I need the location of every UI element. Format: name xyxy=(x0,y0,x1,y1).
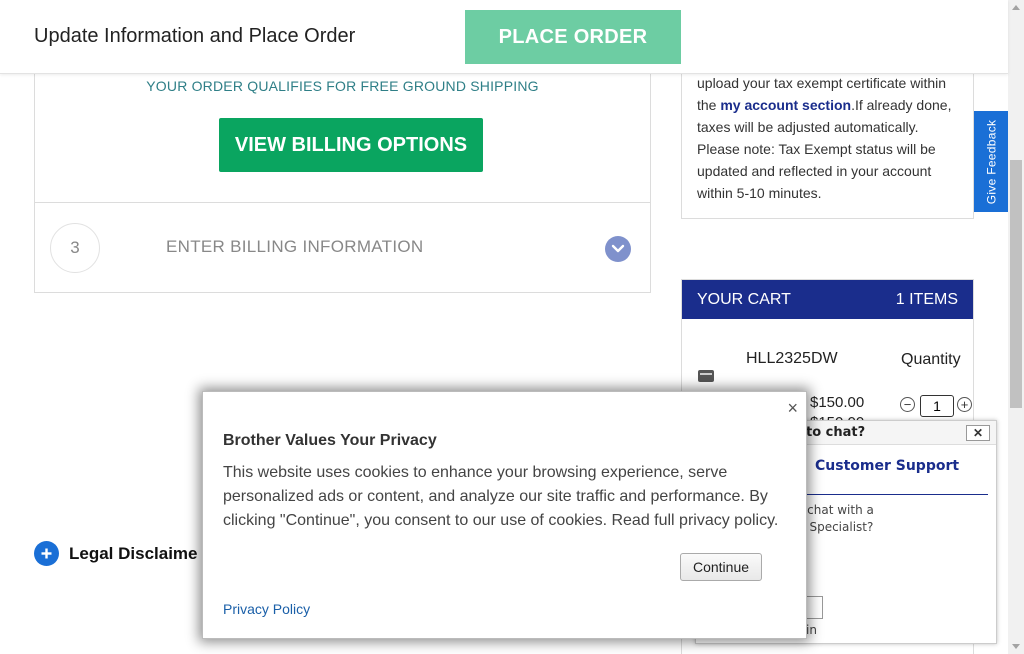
legal-disclaimer-toggle[interactable]: Legal Disclaime xyxy=(34,541,198,566)
minus-icon[interactable]: − xyxy=(900,397,915,412)
tax-line-4: Please note: Tax Exempt status will be xyxy=(697,141,936,157)
chat-title: to chat? xyxy=(806,425,866,440)
privacy-dialog: × Brother Values Your Privacy This websi… xyxy=(202,391,807,639)
privacy-title: Brother Values Your Privacy xyxy=(223,432,437,449)
close-icon[interactable]: ✕ xyxy=(966,425,990,441)
my-account-link[interactable]: my account section xyxy=(720,97,851,113)
step-number: 3 xyxy=(50,223,100,273)
plus-icon[interactable]: + xyxy=(957,397,972,412)
billing-step-row[interactable]: 3 ENTER BILLING INFORMATION xyxy=(35,202,650,292)
chat-footer-text: in xyxy=(806,623,817,637)
tax-line-2: the my account section.If already done, xyxy=(697,97,952,113)
close-icon[interactable]: × xyxy=(787,398,798,419)
product-thumbnail-icon xyxy=(698,370,714,382)
page-header: Update Information and Place Order PLACE… xyxy=(0,0,1008,74)
tax-line-1: upload your tax exempt certificate withi… xyxy=(697,75,947,91)
cart-price: $150.00 xyxy=(810,394,865,411)
place-order-button[interactable]: PLACE ORDER xyxy=(465,10,681,64)
tax-line-5: updated and reflected in your account xyxy=(697,163,932,179)
quantity-input[interactable] xyxy=(920,395,954,417)
view-billing-options-button[interactable]: VIEW BILLING OPTIONS xyxy=(219,118,483,172)
checkout-page: Update Information and Place Order PLACE… xyxy=(0,0,1024,654)
quantity-label: Quantity xyxy=(901,351,961,368)
scroll-up-icon[interactable] xyxy=(1012,5,1020,10)
scrollbar[interactable] xyxy=(1008,0,1024,654)
cart-header: YOUR CART 1 ITEMS xyxy=(682,280,973,319)
give-feedback-tab[interactable]: Give Feedback xyxy=(974,111,1008,212)
chevron-down-icon[interactable] xyxy=(605,236,631,262)
tax-exempt-info: upload your tax exempt certificate withi… xyxy=(681,60,974,219)
cart-product-name[interactable]: HLL2325DW xyxy=(746,350,838,368)
chat-heading: Customer Support xyxy=(815,458,960,474)
cart-title: YOUR CART xyxy=(697,290,791,308)
scroll-down-icon[interactable] xyxy=(1012,644,1020,649)
tax-line-3: taxes will be adjusted automatically. xyxy=(697,119,919,135)
chat-divider xyxy=(802,494,988,495)
checkout-panel: YOUR ORDER QUALIFIES FOR FREE GROUND SHI… xyxy=(34,60,651,293)
page-title: Update Information and Place Order xyxy=(34,25,356,47)
free-shipping-note: YOUR ORDER QUALIFIES FOR FREE GROUND SHI… xyxy=(146,78,539,94)
scroll-thumb[interactable] xyxy=(1010,160,1022,408)
step-label: ENTER BILLING INFORMATION xyxy=(166,237,424,256)
privacy-body: This website uses cookies to enhance you… xyxy=(223,464,779,529)
continue-button[interactable]: Continue xyxy=(680,553,762,581)
plus-circle-icon xyxy=(34,541,59,566)
legal-disclaimer-label: Legal Disclaime xyxy=(69,543,198,563)
privacy-policy-link[interactable]: Privacy Policy xyxy=(223,601,310,617)
cart-item-count: 1 ITEMS xyxy=(895,290,958,308)
give-feedback-label: Give Feedback xyxy=(984,119,999,204)
chat-question: o chat with a rt Specialist? xyxy=(796,503,874,534)
tax-line-6: within 5-10 minutes. xyxy=(697,185,822,201)
